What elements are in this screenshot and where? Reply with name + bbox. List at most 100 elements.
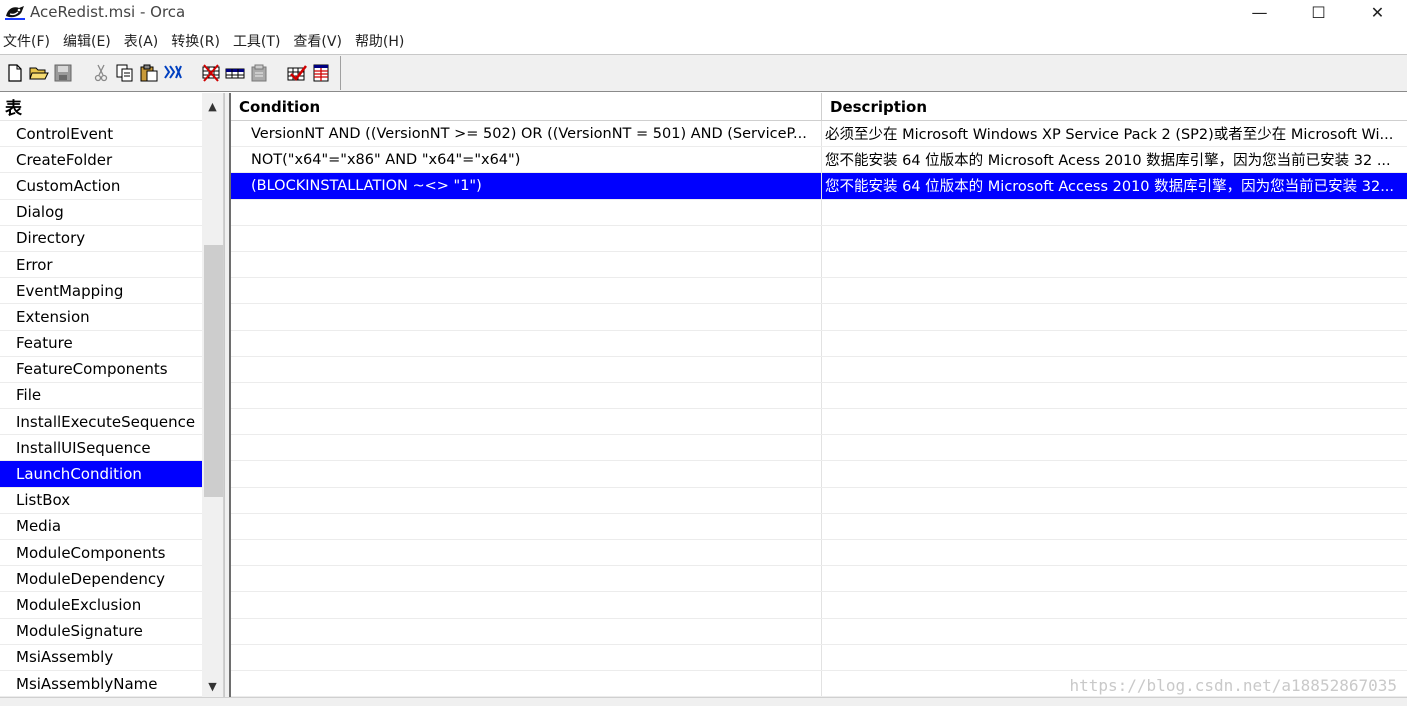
tables-scrollbar[interactable]: ▲ ▼ xyxy=(202,93,223,697)
orca-app-icon[interactable] xyxy=(4,3,26,21)
column-header-condition[interactable]: Condition xyxy=(231,93,822,121)
description-cell[interactable] xyxy=(822,645,1407,670)
validate-icon[interactable] xyxy=(286,62,308,84)
description-cell[interactable] xyxy=(822,226,1407,251)
description-cell[interactable] xyxy=(822,514,1407,539)
menu-help[interactable]: 帮助(H) xyxy=(351,31,413,51)
table-item-featurecomponents[interactable]: FeatureComponents xyxy=(0,357,202,383)
find-icon[interactable] xyxy=(162,62,184,84)
condition-cell[interactable] xyxy=(231,278,822,304)
new-file-icon[interactable] xyxy=(4,62,26,84)
empty-row[interactable] xyxy=(231,304,1407,331)
table-row[interactable]: VersionNT AND ((VersionNT >= 502) OR ((V… xyxy=(231,121,1407,148)
empty-row[interactable] xyxy=(231,540,1407,567)
table-item-listbox[interactable]: ListBox xyxy=(0,488,202,514)
condition-cell[interactable] xyxy=(231,618,822,644)
description-cell[interactable] xyxy=(822,566,1407,591)
scroll-up-icon[interactable]: ▲ xyxy=(202,95,223,117)
condition-cell[interactable]: VersionNT AND ((VersionNT >= 502) OR ((V… xyxy=(231,121,822,147)
condition-cell[interactable] xyxy=(231,644,822,670)
empty-row[interactable] xyxy=(231,409,1407,436)
table-item-launchcondition[interactable]: LaunchCondition xyxy=(0,461,202,488)
table-item-createfolder[interactable]: CreateFolder xyxy=(0,147,202,174)
description-cell[interactable] xyxy=(822,488,1407,513)
table-item-modulecomponents[interactable]: ModuleComponents xyxy=(0,540,202,567)
menu-edit[interactable]: 编辑(E) xyxy=(59,31,120,51)
condition-cell[interactable] xyxy=(231,461,822,487)
empty-row[interactable] xyxy=(231,251,1407,279)
table-item-moduleexclusion[interactable]: ModuleExclusion xyxy=(0,592,202,619)
table-item-installuisequence[interactable]: InstallUISequence xyxy=(0,435,202,462)
condition-cell[interactable]: (BLOCKINSTALLATION ~<> "1") xyxy=(231,173,822,199)
save-icon[interactable] xyxy=(52,62,74,84)
description-cell[interactable] xyxy=(822,592,1407,617)
empty-row[interactable] xyxy=(231,278,1407,305)
description-cell[interactable]: 必须至少在 Microsoft Windows XP Service Pack … xyxy=(822,121,1407,146)
pane-splitter[interactable] xyxy=(224,93,231,697)
empty-row[interactable] xyxy=(231,356,1407,383)
condition-cell[interactable] xyxy=(231,409,822,435)
empty-row[interactable] xyxy=(231,199,1407,226)
description-cell[interactable] xyxy=(822,540,1407,565)
empty-row[interactable] xyxy=(231,513,1407,540)
empty-row[interactable] xyxy=(231,382,1407,410)
condition-cell[interactable] xyxy=(231,670,822,697)
empty-row[interactable] xyxy=(231,618,1407,645)
condition-cell[interactable]: NOT("x64"="x86" AND "x64"="x64") xyxy=(231,147,822,173)
description-cell[interactable] xyxy=(822,383,1407,408)
description-cell[interactable]: 您不能安装 64 位版本的 Microsoft Acess 2010 数据库引擎… xyxy=(822,147,1407,172)
empty-row[interactable] xyxy=(231,435,1407,462)
empty-row[interactable] xyxy=(231,592,1407,619)
table-item-installexecutesequence[interactable]: InstallExecuteSequence xyxy=(0,409,202,436)
column-header-description[interactable]: Description xyxy=(822,93,1407,121)
table-item-error[interactable]: Error xyxy=(0,252,202,279)
table-item-media[interactable]: Media xyxy=(0,514,202,540)
table-item-dialog[interactable]: Dialog xyxy=(0,200,202,226)
table-item-customaction[interactable]: CustomAction xyxy=(0,173,202,200)
menu-tools[interactable]: 工具(T) xyxy=(229,31,289,51)
clipboard-icon[interactable] xyxy=(248,62,270,84)
description-cell[interactable] xyxy=(822,461,1407,486)
condition-cell[interactable] xyxy=(231,540,822,566)
table-row[interactable]: (BLOCKINSTALLATION ~<> "1") 您不能安装 64 位版本… xyxy=(231,173,1407,200)
condition-cell[interactable] xyxy=(231,592,822,618)
table-item-file[interactable]: File xyxy=(0,383,202,410)
empty-row[interactable] xyxy=(231,644,1407,671)
table-item-moduledependency[interactable]: ModuleDependency xyxy=(0,566,202,593)
summary-icon[interactable] xyxy=(310,62,332,84)
empty-row[interactable] xyxy=(231,225,1407,252)
description-cell[interactable] xyxy=(822,435,1407,460)
empty-row[interactable] xyxy=(231,330,1407,357)
open-folder-icon[interactable] xyxy=(28,62,50,84)
close-button[interactable]: ✕ xyxy=(1348,0,1407,24)
table-item-msiassembly[interactable]: MsiAssembly xyxy=(0,645,202,671)
empty-row[interactable] xyxy=(231,487,1407,514)
condition-cell[interactable] xyxy=(231,251,822,278)
scroll-down-icon[interactable]: ▼ xyxy=(202,675,223,697)
description-cell[interactable] xyxy=(822,304,1407,329)
condition-cell[interactable] xyxy=(231,566,822,592)
description-cell[interactable] xyxy=(822,200,1407,225)
copy-icon[interactable] xyxy=(114,62,136,84)
paste-icon[interactable] xyxy=(138,62,160,84)
menu-file[interactable]: 文件(F) xyxy=(0,31,59,51)
minimize-button[interactable]: — xyxy=(1230,0,1289,24)
description-cell[interactable] xyxy=(822,331,1407,356)
table-item-eventmapping[interactable]: EventMapping xyxy=(0,278,202,305)
condition-cell[interactable] xyxy=(231,225,822,251)
menu-tables[interactable]: 表(A) xyxy=(120,31,168,51)
table-icon[interactable] xyxy=(224,62,246,84)
condition-cell[interactable] xyxy=(231,382,822,409)
table-item-directory[interactable]: Directory xyxy=(0,226,202,252)
empty-row[interactable] xyxy=(231,566,1407,593)
description-cell[interactable] xyxy=(822,252,1407,277)
description-cell[interactable] xyxy=(822,409,1407,434)
description-cell[interactable]: 您不能安装 64 位版本的 Microsoft Access 2010 数据库引… xyxy=(822,173,1407,198)
table-item-extension[interactable]: Extension xyxy=(0,304,202,331)
condition-cell[interactable] xyxy=(231,513,822,539)
description-cell[interactable] xyxy=(822,278,1407,303)
condition-cell[interactable] xyxy=(231,304,822,330)
scroll-thumb[interactable] xyxy=(204,245,223,497)
table-item-modulesignature[interactable]: ModuleSignature xyxy=(0,619,202,645)
maximize-button[interactable]: ☐ xyxy=(1289,0,1348,24)
